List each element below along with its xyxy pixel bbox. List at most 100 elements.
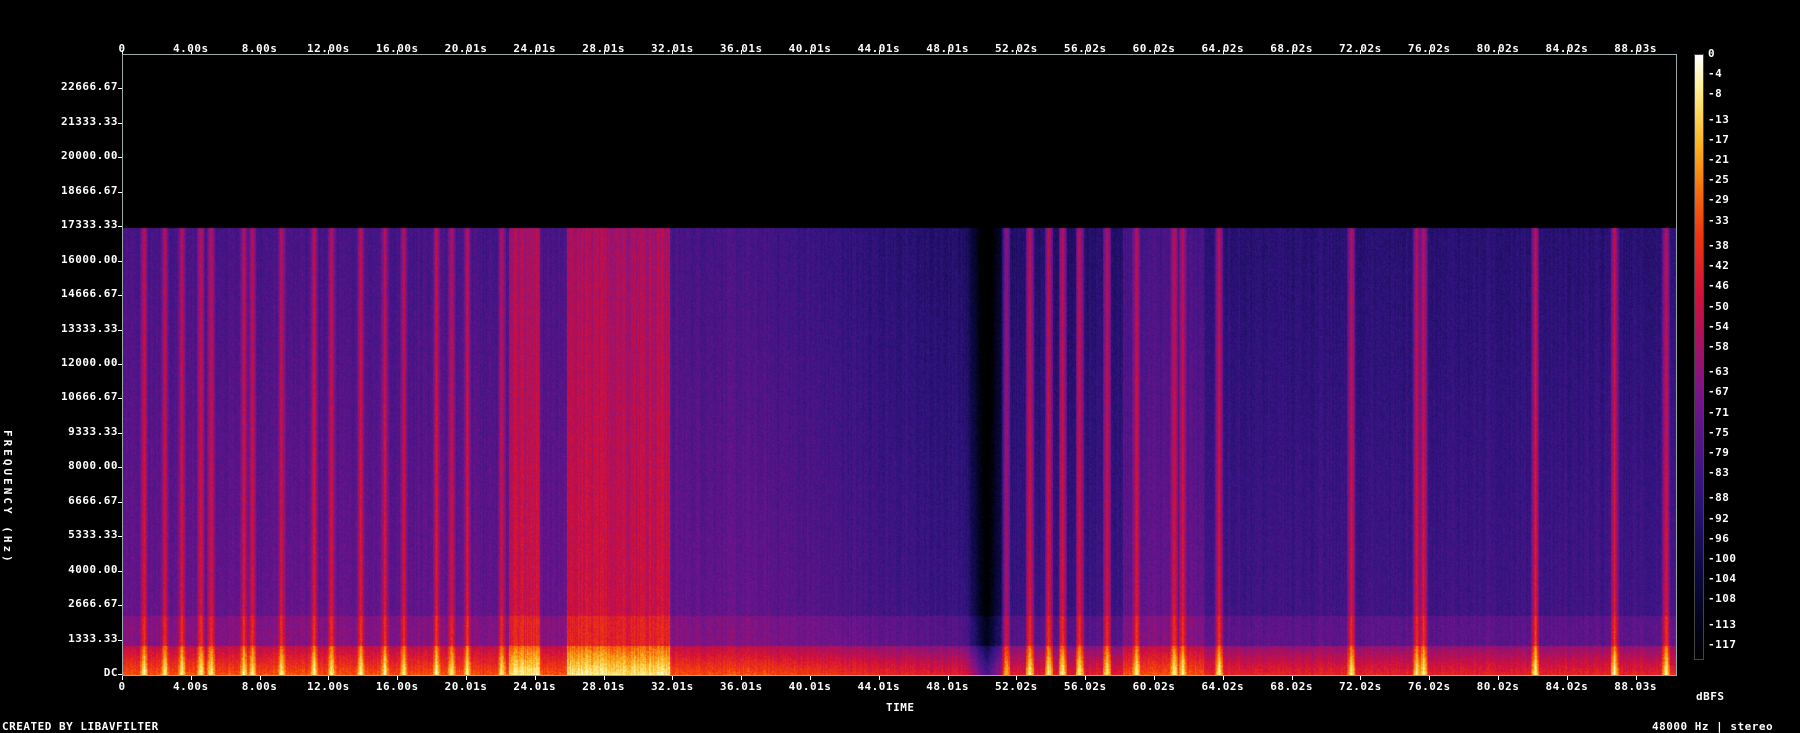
y-tick-label: 8000.00 [68,459,118,473]
y-tick-label: 2666.67 [68,597,118,611]
x-tick-mark [741,676,743,680]
x-tick-mark [1498,676,1500,680]
y-axis-label: FREQUENCY (Hz) [1,430,14,565]
colorbar-tick-label: -58 [1708,339,1730,353]
x-tick-label: 80.02s [1476,680,1520,693]
colorbar-tick-label: -42 [1708,259,1730,273]
x-tick-label: 28.01s [582,680,625,693]
x-tick-label: 12.00s [307,680,350,693]
colorbar-tick-label: -75 [1708,425,1730,439]
colorbar-tick-label: -67 [1708,385,1730,399]
colorbar-tick-label: -50 [1708,299,1730,313]
x-tick-label: 76.02s [1407,680,1451,693]
colorbar-tick-label: -113 [1708,617,1737,631]
x-tick-mark [1360,676,1362,680]
spectrogram-canvas [123,55,1676,675]
colorbar-tick-label: -71 [1708,405,1730,419]
y-tick-label: 1333.33 [68,631,118,645]
x-tick-mark [810,676,811,680]
y-tick-label: 10666.67 [61,390,118,404]
x-tick-label: 20.01s [444,680,488,693]
colorbar-tick-label: -117 [1708,637,1737,651]
colorbar-tick-label: -96 [1708,531,1730,545]
audio-info-text: 48000 Hz | stereo [1652,720,1774,733]
x-tick-mark [878,676,880,680]
x-tick-mark [672,676,674,680]
x-tick-mark [122,676,123,680]
colorbar-tick-label: -100 [1708,552,1737,565]
x-tick-mark [466,676,467,680]
colorbar-label: dBFS [1696,690,1725,703]
colorbar-tick-label: -25 [1708,173,1730,187]
colorbar-tick-label: -79 [1708,445,1730,459]
y-tick-label: 17333.33 [61,218,118,232]
colorbar-tick-label: -54 [1708,319,1730,333]
x-tick-label: 60.02s [1132,680,1176,693]
credit-text: CREATED BY LIBAVFILTER [2,720,159,733]
x-axis-label: TIME [886,701,915,714]
colorbar-tick-label: -21 [1708,153,1730,167]
x-tick-label: 44.01s [857,680,901,693]
x-tick-label: 4.00s [172,680,209,693]
x-tick-label: 32.01s [651,680,694,693]
spectrogram-plot [122,54,1677,676]
y-tick-label: DC [103,666,118,679]
x-tick-label: 24.01s [513,680,557,693]
y-tick-label: 22666.67 [61,80,118,94]
x-tick-mark [328,676,330,680]
colorbar-tick-label: -4 [1708,67,1723,81]
colorbar-tick-label: -92 [1708,511,1730,525]
y-tick-label: 20000.00 [61,149,118,163]
x-tick-label: 48.01s [926,680,969,693]
x-tick-label: 88.03s [1614,680,1657,693]
colorbar-tick-label: 0 [1708,47,1716,60]
x-tick-mark [1429,676,1431,680]
x-tick-mark [1222,676,1224,680]
x-tick-label: 56.02s [1063,680,1107,693]
x-tick-label: 8.00s [241,680,278,693]
colorbar-tick-label: -46 [1708,279,1730,293]
x-tick-label: 0 [118,680,126,693]
x-tick-label: 68.02s [1270,680,1313,693]
colorbar-tick-label: -63 [1708,365,1730,379]
colorbar-tick-label: -83 [1708,466,1730,480]
x-tick-mark [259,676,261,680]
y-tick-label: 6666.67 [68,493,118,507]
x-tick-label: 72.02s [1339,680,1382,693]
y-tick-label: 12000.00 [61,356,118,369]
x-tick-label: 40.01s [788,680,832,693]
colorbar-tick-label: -38 [1708,238,1730,252]
colorbar-tick-label: -104 [1708,572,1737,586]
x-tick-label: 64.02s [1201,680,1245,693]
x-tick-mark [1016,676,1018,680]
x-tick-label: 52.02s [995,680,1038,693]
x-tick-mark [1154,676,1156,680]
x-tick-mark [1085,676,1087,680]
y-tick-label: 4000.00 [68,562,118,576]
colorbar-tick-label: -88 [1708,491,1730,505]
x-tick-label: 16.00s [375,680,419,693]
y-tick-label: 5333.33 [68,528,118,542]
colorbar-tick-label: -108 [1708,592,1737,606]
x-tick-mark [1566,676,1568,680]
y-tick-label: 21333.33 [61,114,118,128]
x-tick-mark [1291,676,1293,680]
colorbar-tick-label: -17 [1708,132,1730,146]
x-tick-mark [534,676,536,680]
x-tick-mark [397,676,399,680]
colorbar-tick-label: -33 [1708,213,1730,227]
x-tick-label: 36.01s [719,680,763,693]
colorbar-tick-label: -8 [1708,87,1723,101]
colorbar [1694,54,1704,660]
y-tick-label: 13333.33 [61,321,118,335]
x-tick-mark [603,676,605,680]
y-tick-label: 16000.00 [61,252,118,266]
colorbar-tick-label: -13 [1708,112,1730,126]
x-tick-label: 84.02s [1545,680,1589,693]
y-tick-label: 14666.67 [61,287,118,301]
x-tick-mark [947,676,949,680]
x-tick-mark [190,676,192,680]
colorbar-tick-label: -29 [1708,193,1730,207]
x-tick-mark [1635,676,1637,680]
y-tick-label: 18666.67 [61,183,118,197]
